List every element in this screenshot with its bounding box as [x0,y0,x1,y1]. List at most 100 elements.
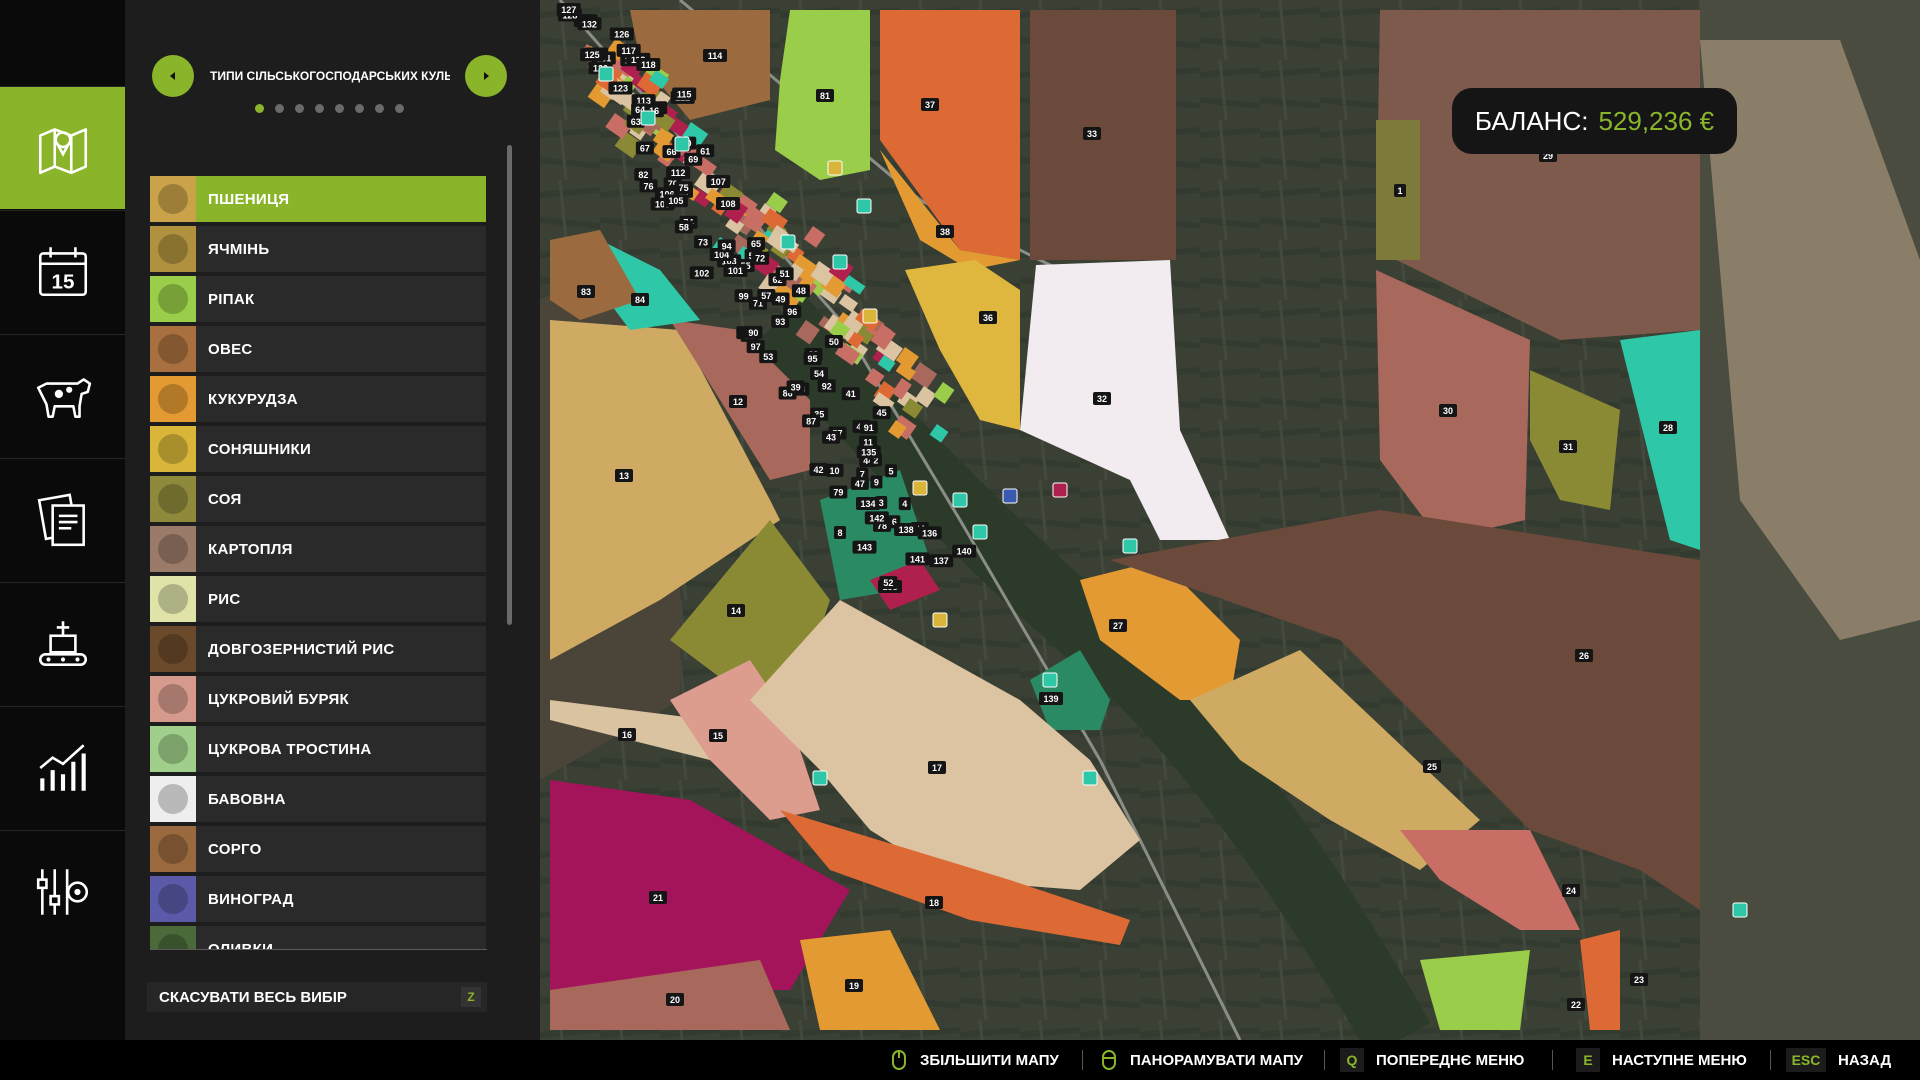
field-number-label: 28 [1659,421,1677,434]
filter-next-button[interactable] [465,55,507,97]
hint-next-menu[interactable]: E НАСТУПНЕ МЕНЮ [1576,1040,1747,1080]
svg-text:108: 108 [720,199,735,209]
field-number-label: 32 [1093,392,1111,405]
crop-list-scrollbar[interactable] [507,145,512,625]
hint-back[interactable]: ESC НАЗАД [1786,1040,1891,1080]
field-number-label: 42 [809,463,828,477]
poi-marker-icon[interactable] [1732,902,1748,918]
poi-marker-icon[interactable] [856,198,872,214]
page-dot[interactable] [395,104,404,113]
crop-row[interactable]: КУКУРУДЗА [150,376,486,422]
crop-row[interactable]: ПШЕНИЦЯ [150,176,486,222]
poi-marker-icon[interactable] [952,492,968,508]
clear-selection-button[interactable]: СКАСУВАТИ ВЕСЬ ВИБІР Z [147,982,487,1012]
field-number-label: 99 [734,289,753,303]
poi-marker-icon[interactable] [1042,672,1058,688]
page-dot[interactable] [315,104,324,113]
svg-text:1: 1 [1397,186,1402,196]
svg-text:39: 39 [791,382,801,392]
crop-row[interactable]: ЦУКРОВИЙ БУРЯК [150,676,486,722]
crop-label: СОРГО [208,840,262,858]
page-dot[interactable] [295,104,304,113]
cow-icon [36,378,91,418]
page-dot[interactable] [375,104,384,113]
page-dot[interactable] [355,104,364,113]
poi-marker-icon[interactable] [827,160,843,176]
svg-text:23: 23 [1634,975,1644,985]
map-canvas[interactable]: 1148137332913836323031281312148133272625… [540,0,1920,1040]
farm-map[interactable]: 1148137332913836323031281312148133272625… [540,0,1920,1040]
poi-marker-icon[interactable] [780,234,796,250]
crop-icon-glyph [158,334,188,364]
poi-marker-icon[interactable] [972,524,988,540]
nav-tab-statistics[interactable] [0,706,125,829]
nav-tab-settings[interactable] [0,830,125,953]
hint-previous-menu[interactable]: Q ПОПЕРЕДНЄ МЕНЮ [1340,1040,1524,1080]
svg-text:127: 127 [561,5,576,15]
poi-marker-icon[interactable] [1052,482,1068,498]
poi-marker-icon[interactable] [862,308,878,324]
hint-zoom-map[interactable]: ЗБІЛЬШИТИ МАПУ [888,1040,1059,1080]
page-dot[interactable] [255,104,264,113]
svg-text:8: 8 [837,528,842,538]
field-number-label: 23 [1630,973,1648,986]
page-dot[interactable] [275,104,284,113]
poi-marker-icon[interactable] [832,254,848,270]
crop-row[interactable]: СОРГО [150,826,486,872]
field-number-label: 22 [1567,998,1585,1011]
poi-marker-icon[interactable] [674,136,690,152]
page-dot[interactable] [335,104,344,113]
poi-marker-icon[interactable] [812,770,828,786]
crop-icon-glyph [158,634,188,664]
svg-text:135: 135 [861,447,876,457]
field-33[interactable] [1030,10,1176,260]
field-number-label: 53 [759,350,778,364]
crop-row[interactable]: РИС [150,576,486,622]
svg-text:112: 112 [671,168,686,178]
poi-marker-icon[interactable] [640,110,656,126]
clear-selection-label: СКАСУВАТИ ВЕСЬ ВИБІР [159,988,347,1006]
crop-row[interactable]: СОЯ [150,476,486,522]
clear-selection-key: Z [461,987,481,1007]
map-filter-panel: ТИПИ СІЛЬСЬКОГОСПОДАРСЬКИХ КУЛЬТУ... ПШЕ… [125,0,540,1040]
field-number-label: 141 [905,552,930,566]
svg-text:43: 43 [826,433,836,443]
svg-text:139: 139 [1043,694,1058,704]
poi-marker-icon[interactable] [1002,488,1018,504]
poi-marker-icon[interactable] [932,612,948,628]
nav-tab-animals[interactable] [0,334,125,457]
hint-pan-map[interactable]: ПАНОРАМУВАТИ МАПУ [1098,1040,1303,1080]
barley-icon [150,226,196,272]
crop-icon-glyph [158,884,188,914]
crop-row[interactable]: ОЛИВКИ [150,926,486,950]
filter-prev-button[interactable] [152,55,194,97]
poi-marker-icon[interactable] [1082,770,1098,786]
field-number-label: 10 [825,463,844,477]
poi-marker-icon[interactable] [598,66,614,82]
nav-tab-calendar[interactable]: 15 [0,210,125,333]
svg-text:97: 97 [751,342,761,352]
crop-row[interactable]: ВИНОГРАД [150,876,486,922]
crop-row[interactable]: БАВОВНА [150,776,486,822]
field-number-label: 16 [618,728,636,741]
nav-tab-production[interactable] [0,582,125,705]
crop-label: СОЯ [208,490,242,508]
svg-text:41: 41 [846,389,856,399]
balance-label: БАЛАНС: [1474,105,1589,136]
crop-row[interactable]: РІПАК [150,276,486,322]
poi-marker-icon[interactable] [912,480,928,496]
field-number-label: 31 [1559,440,1577,453]
calendar-icon: 15 [38,247,87,297]
wheat-icon [150,176,196,222]
nav-tab-contracts[interactable] [0,458,125,581]
field-number-label: 49 [771,292,790,306]
crop-row[interactable]: ЯЧМІНЬ [150,226,486,272]
crop-row[interactable]: КАРТОПЛЯ [150,526,486,572]
crop-row[interactable]: ЦУКРОВА ТРОСТИНА [150,726,486,772]
crop-row[interactable]: СОНЯШНИКИ [150,426,486,472]
field-number-label: 75 [674,181,693,195]
nav-tab-map[interactable] [0,86,125,209]
crop-row[interactable]: ОВЕС [150,326,486,372]
poi-marker-icon[interactable] [1122,538,1138,554]
crop-row[interactable]: ДОВГОЗЕРНИСТИЙ РИС [150,626,486,672]
